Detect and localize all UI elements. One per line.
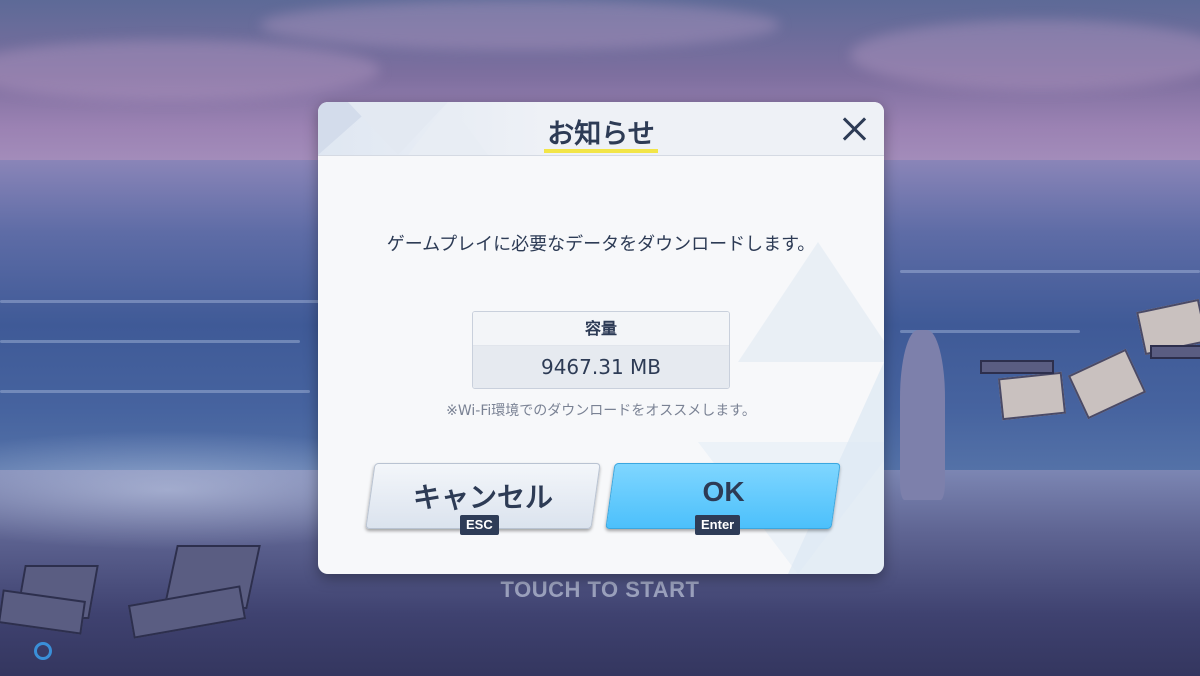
esc-key-hint: ESC — [460, 515, 499, 535]
cancel-button-label: キャンセル — [412, 482, 553, 513]
cloud — [260, 0, 780, 50]
dialog-title: お知らせ — [547, 119, 655, 149]
touch-to-start-text[interactable]: TOUCH TO START — [0, 577, 1200, 603]
beach-table — [1150, 345, 1200, 359]
wave — [0, 390, 310, 393]
ok-button-label: OK — [702, 476, 745, 507]
capacity-value: 9467.31 MB — [473, 346, 729, 388]
wave — [0, 340, 300, 343]
loading-icon — [34, 642, 52, 660]
wave — [0, 300, 320, 303]
download-message: ゲームプレイに必要なデータをダウンロードします。 — [386, 234, 816, 255]
title-underline — [544, 149, 658, 153]
fallen-board — [997, 371, 1067, 421]
capacity-label: 容量 — [473, 312, 729, 346]
beach-table — [980, 360, 1054, 374]
body-pattern — [738, 242, 884, 362]
close-icon[interactable] — [837, 112, 871, 146]
wifi-note: ※Wi-Fi環境でのダウンロードをオススメします。 — [446, 403, 756, 419]
character-silhouette — [900, 330, 945, 500]
capacity-box: 容量 9467.31 MB — [472, 311, 730, 389]
enter-key-hint: Enter — [695, 515, 741, 535]
notice-dialog: お知らせ ゲームプレイに必要なデータをダウンロードします。 容量 9467.31… — [318, 102, 884, 574]
wave — [900, 270, 1200, 273]
